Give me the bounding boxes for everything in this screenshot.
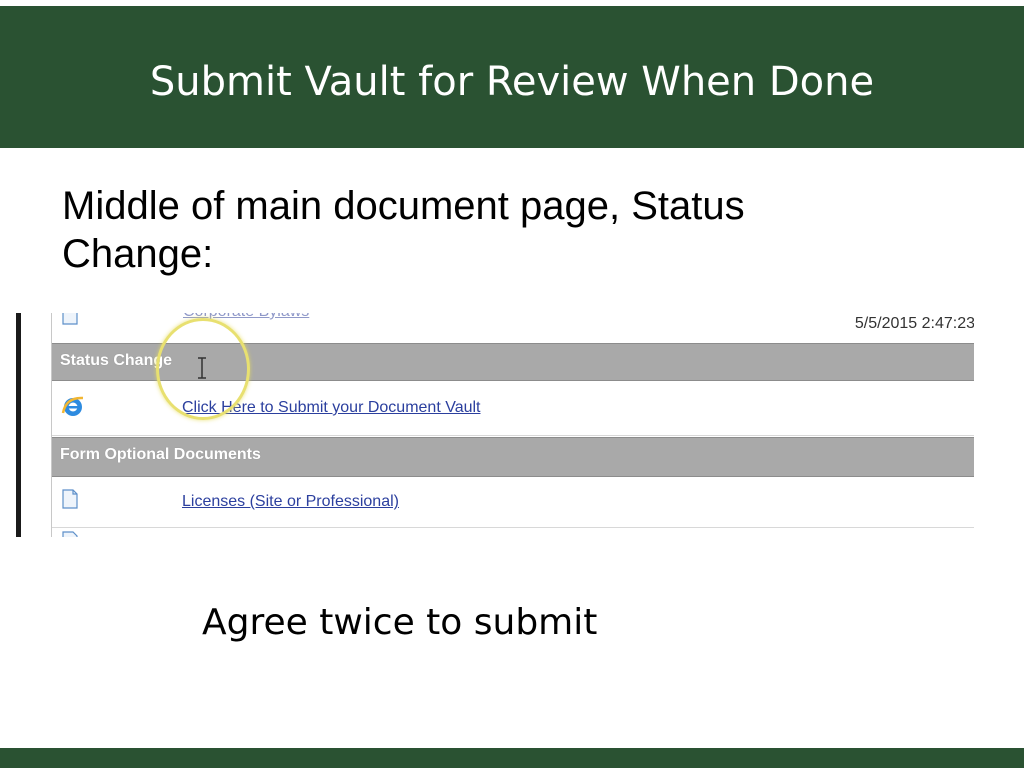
form-optional-documents-header: Form Optional Documents <box>52 437 974 477</box>
document-icon <box>62 313 78 325</box>
text-cursor-icon <box>198 357 206 379</box>
footer-bar <box>0 748 1024 768</box>
embedded-screenshot: Corporate Bylaws 5/5/2015 2:47:23 Status… <box>16 313 974 537</box>
internet-explorer-icon <box>61 396 84 416</box>
list-item: Licenses (Site or Professional) <box>52 477 974 528</box>
slide-subtitle: Middle of main document page, Status Cha… <box>62 184 745 276</box>
status-change-label: Status Change <box>60 352 173 369</box>
corporate-bylaws-link[interactable]: Corporate Bylaws <box>183 313 309 321</box>
form-optional-documents-label: Form Optional Documents <box>60 446 261 463</box>
slide-title: Submit Vault for Review When Done <box>149 59 875 105</box>
licenses-link[interactable]: Licenses (Site or Professional) <box>182 493 399 511</box>
screenshot-left-edge <box>16 313 21 537</box>
list-item: Corporate Bylaws 5/5/2015 2:47:23 <box>52 313 974 343</box>
list-item: Click Here to Submit your Document Vault <box>52 381 974 436</box>
document-icon <box>62 489 78 509</box>
title-bar: Submit Vault for Review When Done <box>0 6 1024 148</box>
status-change-header: Status Change <box>52 343 974 381</box>
slide-caption: Agree twice to submit <box>202 602 598 643</box>
timestamp: 5/5/2015 2:47:23 <box>854 315 974 332</box>
document-list: Corporate Bylaws 5/5/2015 2:47:23 Status… <box>51 313 974 537</box>
submit-document-vault-link[interactable]: Click Here to Submit your Document Vault <box>182 399 480 417</box>
document-icon <box>62 531 78 537</box>
